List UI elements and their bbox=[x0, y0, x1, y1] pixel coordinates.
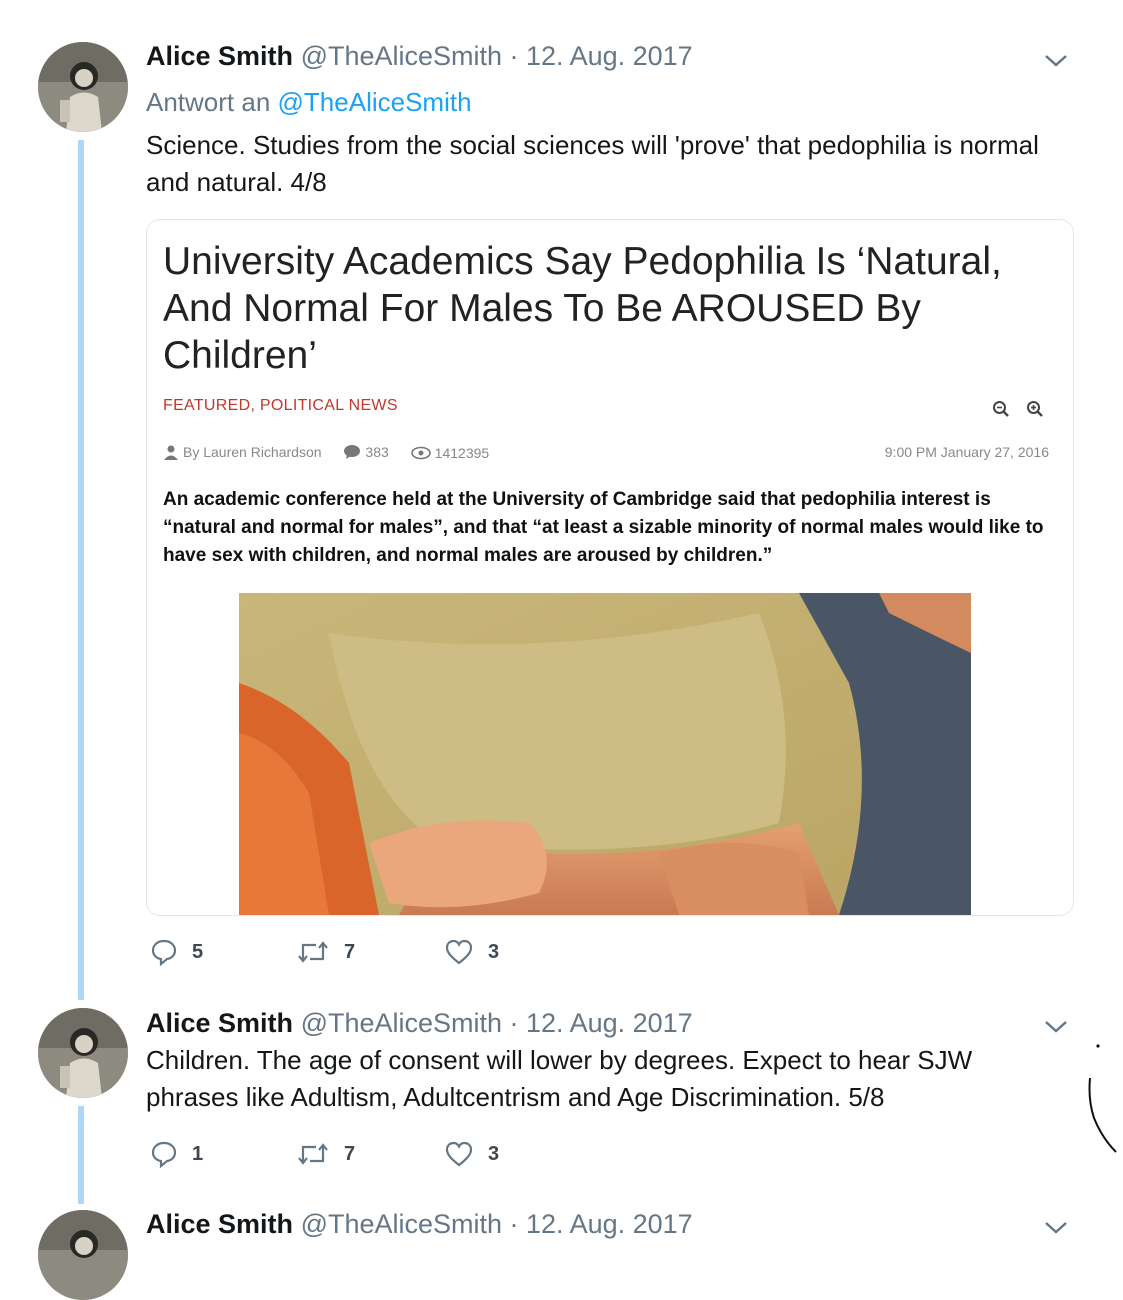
retweet-button[interactable]: 7 bbox=[296, 1140, 355, 1168]
author-name: By Lauren Richardson bbox=[183, 444, 322, 460]
display-name[interactable]: Alice Smith bbox=[146, 1209, 293, 1239]
view-count: 1412395 bbox=[410, 445, 490, 461]
handle-and-date[interactable]: @TheAliceSmith · 12. Aug. 2017 bbox=[301, 41, 693, 71]
reply-icon bbox=[151, 939, 177, 966]
avatar[interactable] bbox=[38, 42, 128, 132]
retweet-button[interactable]: 7 bbox=[296, 938, 355, 966]
tweet-text: Children. The age of consent will lower … bbox=[146, 1045, 973, 1112]
chevron-down-icon[interactable] bbox=[1043, 1018, 1069, 1036]
comment-count: 383 bbox=[343, 444, 389, 460]
retweet-count: 7 bbox=[344, 940, 356, 963]
zoom-in-icon bbox=[1026, 400, 1044, 423]
retweet-count: 7 bbox=[344, 1142, 356, 1165]
article-date: 9:00 PM January 27, 2016 bbox=[884, 444, 1049, 460]
user-icon bbox=[164, 445, 178, 460]
reply-count: 5 bbox=[192, 940, 204, 963]
handle-and-date[interactable]: @TheAliceSmith · 12. Aug. 2017 bbox=[301, 1209, 693, 1239]
reply-count: 1 bbox=[192, 1142, 204, 1165]
media-card[interactable]: University Academics Say Pedophilia Is ‘… bbox=[146, 219, 1074, 916]
article-byline: By Lauren Richardson 383 1412395 9:00 PM… bbox=[163, 444, 1049, 463]
retweet-icon bbox=[298, 1143, 328, 1165]
handle-and-date[interactable]: @TheAliceSmith · 12. Aug. 2017 bbox=[301, 1008, 693, 1038]
tweet-header: Alice Smith @TheAliceSmith · 12. Aug. 20… bbox=[146, 1007, 693, 1039]
article-image bbox=[239, 593, 971, 915]
article-categories: FEATURED, POLITICAL NEWS bbox=[163, 397, 398, 414]
comment-icon bbox=[344, 445, 361, 459]
reply-to-mention[interactable]: @TheAliceSmith bbox=[278, 87, 472, 117]
like-button[interactable]: 3 bbox=[444, 1140, 499, 1168]
tweet-header: Alice Smith @TheAliceSmith · 12. Aug. 20… bbox=[146, 1208, 693, 1240]
retweet-icon bbox=[298, 941, 328, 963]
like-count: 3 bbox=[488, 1142, 500, 1165]
tweet-header: Alice Smith @TheAliceSmith · 12. Aug. 20… bbox=[146, 40, 693, 72]
view-count-value: 1412395 bbox=[434, 445, 490, 461]
article-title: University Academics Say Pedophilia Is ‘… bbox=[163, 240, 1002, 377]
like-button[interactable]: 3 bbox=[444, 938, 499, 966]
thread-line bbox=[78, 140, 84, 1000]
author: By Lauren Richardson bbox=[163, 444, 322, 460]
like-icon bbox=[445, 939, 473, 965]
chevron-down-icon[interactable] bbox=[1043, 1219, 1069, 1237]
tweet-text: Science. Studies from the social science… bbox=[146, 130, 1039, 197]
avatar[interactable] bbox=[38, 1210, 128, 1300]
reply-icon bbox=[151, 1141, 177, 1168]
thread-line bbox=[78, 1106, 84, 1204]
like-icon bbox=[445, 1141, 473, 1167]
reply-to-label: Antwort an bbox=[146, 87, 271, 117]
like-count: 3 bbox=[488, 940, 500, 963]
scribble-mark bbox=[1080, 1030, 1120, 1165]
zoom-controls bbox=[992, 400, 1056, 423]
reply-button[interactable]: 1 bbox=[150, 1140, 203, 1168]
chevron-down-icon[interactable] bbox=[1043, 52, 1069, 70]
comment-count-value: 383 bbox=[365, 444, 389, 460]
eye-icon bbox=[410, 446, 431, 460]
reply-to-line: Antwort an @TheAliceSmith bbox=[146, 86, 472, 118]
article-lead: An academic conference held at the Unive… bbox=[163, 489, 1044, 566]
zoom-out-icon bbox=[992, 400, 1010, 423]
display-name[interactable]: Alice Smith bbox=[146, 1008, 293, 1038]
reply-button[interactable]: 5 bbox=[150, 938, 203, 966]
avatar[interactable] bbox=[38, 1008, 128, 1098]
display-name[interactable]: Alice Smith bbox=[146, 41, 293, 71]
